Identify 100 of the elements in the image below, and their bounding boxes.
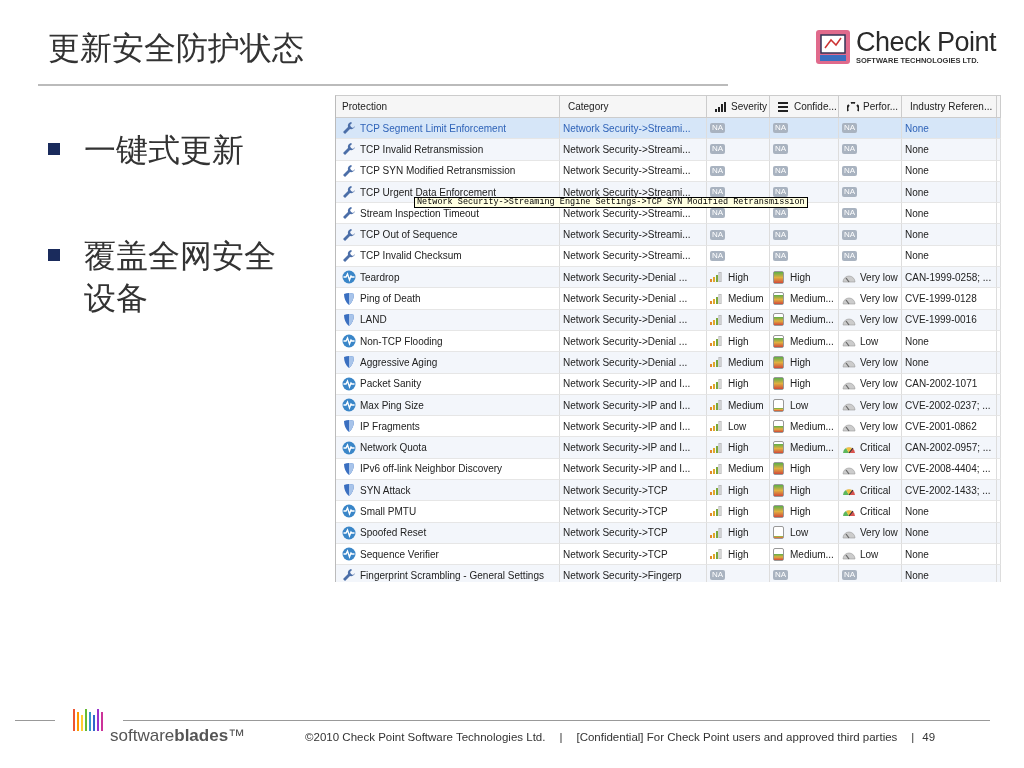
table-row[interactable]: Packet Sanity Network Security->IP and I... High High Very low CAN-2002-1071	[336, 373, 1001, 395]
na-badge: NA	[710, 570, 726, 581]
wrench-icon	[342, 206, 356, 221]
table-cell: None	[902, 501, 997, 523]
table-row[interactable]: TCP Segment Limit Enforcement Network Security->Streami... NA NA NA None	[336, 118, 1001, 140]
table-row[interactable]: Non-TCP Flooding Network Security->Denial ... High Medium... Low None	[336, 330, 1001, 353]
table-row[interactable]: IP Fragments Network Security->IP and I... Low Medium... Very low CVE-2001-0862	[336, 416, 1001, 438]
table-row[interactable]: IPv6 off-link Neighbor Discovery Network Security->IP and I... Medium High Very low CVE-2008-4404; ...	[336, 458, 1001, 481]
na-badge: NA	[842, 250, 858, 261]
protection-name: Packet Sanity	[360, 378, 422, 390]
table-cell: Network Security->Streami...	[560, 139, 707, 161]
column-header[interactable]: Protection	[336, 96, 560, 117]
pulse-icon	[342, 525, 356, 540]
slide-title: 更新安全防护状态	[48, 28, 304, 69]
wrench-icon	[342, 142, 356, 157]
table-cell: Network Security->TCP	[560, 501, 707, 523]
signal-bars-icon	[710, 314, 724, 325]
shield-icon	[342, 312, 356, 327]
table-row[interactable]: Ping of Death Network Security->Denial ... Medium Medium... Very low CVE-1999-0128	[336, 288, 1001, 310]
confidence-text: Medium...	[790, 548, 834, 560]
table-row[interactable]: Sequence Verifier Network Security->TCP High Medium... Low None	[336, 543, 1001, 566]
confidence-text: Medium...	[790, 314, 834, 326]
protection-name: Sequence Verifier	[360, 548, 439, 560]
na-badge: NA	[773, 229, 789, 240]
na-badge: NA	[773, 123, 789, 134]
table-row[interactable]: TCP Out of Sequence Network Security->Streami... NA NA NA None	[336, 224, 1001, 246]
table-row[interactable]: LAND Network Security->Denial ... Medium Medium... Very low CVE-1999-0016	[336, 309, 1001, 331]
signal-bars-icon	[710, 293, 724, 304]
table-cell: Network Security->Streami...	[560, 224, 707, 246]
table-cell: Network Security->IP and I...	[560, 437, 707, 459]
wrench-icon	[342, 121, 356, 136]
monitor-logo-icon	[815, 29, 850, 64]
confidence-text: High	[790, 378, 811, 390]
severity-text: Medium	[728, 356, 764, 368]
protection-name: Non-TCP Flooding	[360, 335, 443, 347]
confidence-text: Low	[790, 399, 809, 411]
na-badge: NA	[773, 250, 789, 261]
na-badge: NA	[773, 165, 789, 176]
table-row[interactable]: Aggressive Aging Network Security->Denial ... Medium High Very low None	[336, 352, 1001, 374]
performance-text: Very low	[860, 356, 898, 368]
table-cell: None	[902, 565, 997, 582]
column-header[interactable]: Category	[560, 96, 707, 117]
protection-name: TCP Out of Sequence	[360, 229, 458, 241]
table-row[interactable]: TCP Invalid Checksum Network Security->Streami... NA NA NA None	[336, 245, 1001, 268]
severity-text: High	[728, 484, 749, 496]
table-cell: CAN-2002-0957; ...	[902, 437, 997, 459]
severity-text: Medium	[728, 293, 764, 304]
wrench-icon	[342, 227, 356, 242]
confidence-text: High	[790, 356, 811, 368]
table-row[interactable]: Max Ping Size Network Security->IP and I... Medium Low Very low CVE-2002-0237; ...	[336, 394, 1001, 417]
table-row[interactable]: TCP SYN Modified Retransmission Network Security->Streami... NA NA NA None	[336, 160, 1001, 182]
table-row[interactable]: TCP Invalid Retransmission Network Security->Streami... NA NA NA None	[336, 139, 1001, 161]
cylinder-meter	[773, 505, 784, 518]
confidence-text: Medium...	[790, 442, 834, 454]
performance-text: Very low	[860, 399, 898, 411]
wrench-icon	[342, 185, 356, 200]
signal-bars-icon	[710, 357, 724, 368]
signal-bars-icon	[710, 463, 724, 474]
performance-text: Low	[860, 548, 879, 560]
signal-bars-icon	[710, 506, 724, 517]
table-cell: Network Security->Denial ...	[560, 288, 707, 310]
confidence-text: Medium...	[790, 293, 834, 304]
confidence-text: High	[790, 463, 811, 475]
column-header[interactable]: Confide...	[770, 96, 839, 117]
table-row[interactable]: Teardrop Network Security->Denial ... High High Very low CAN-1999-0258; ...	[336, 267, 1001, 289]
protection-name: TCP SYN Modified Retransmission	[360, 165, 516, 177]
protection-name: TCP Urgent Data Enforcement	[360, 186, 496, 198]
signal-bars-icon	[710, 400, 724, 410]
shield-icon	[342, 355, 356, 370]
pulse-icon	[342, 398, 356, 412]
table-row[interactable]: Small PMTU Network Security->TCP High High Critical None	[336, 501, 1001, 523]
protection-name: TCP Invalid Checksum	[360, 250, 462, 262]
cylinder-meter	[773, 441, 784, 455]
performance-text: Critical	[860, 484, 891, 496]
cylinder-meter	[773, 292, 784, 305]
table-cell: CVE-1999-0016	[902, 309, 997, 331]
pulse-icon	[342, 270, 356, 285]
cylinder-meter	[773, 398, 784, 412]
column-header[interactable]: Perfor...	[839, 96, 902, 117]
table-cell: None	[902, 522, 997, 544]
table-row[interactable]: Network Quota Network Security->IP and I... High Medium... Critical CAN-2002-0957; ...	[336, 437, 1001, 459]
table-row[interactable]: SYN Attack Network Security->TCP High High Critical CVE-2002-1433; ...	[336, 480, 1001, 502]
na-badge: NA	[710, 208, 726, 219]
colored-bars-icon	[73, 709, 105, 731]
severity-text: Medium	[728, 399, 764, 411]
column-header[interactable]: Severity	[707, 96, 770, 117]
na-badge: NA	[842, 208, 858, 219]
separator: |	[911, 731, 915, 743]
signal-bars-icon	[710, 442, 724, 453]
cylinder-meter	[773, 270, 784, 284]
table-cell: Network Security->Denial ...	[560, 352, 707, 374]
table-row[interactable]: Spoofed Reset Network Security->TCP High Low Very low None	[336, 522, 1001, 544]
table-cell: Network Security->Denial ...	[560, 309, 707, 331]
protection-name: LAND	[360, 314, 387, 326]
table-row[interactable]: Fingerprint Scrambling - General Settings Network Security->Fingerp NA NA NA None	[336, 565, 1001, 582]
table-cell: CVE-1999-0128	[902, 288, 997, 310]
shield-icon	[342, 291, 356, 306]
protection-name: Network Quota	[360, 442, 427, 454]
column-header[interactable]: Industry Referen...	[902, 96, 997, 117]
protection-name: TCP Invalid Retransmission	[360, 143, 484, 155]
